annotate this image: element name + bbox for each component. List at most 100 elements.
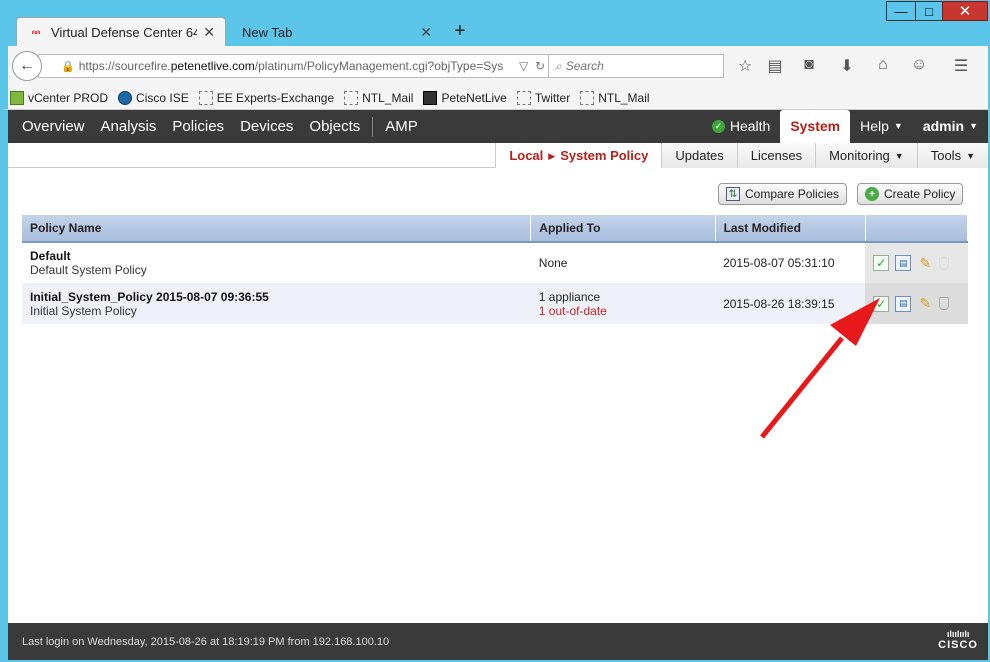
column-header-actions	[865, 215, 969, 243]
page-icon	[516, 90, 531, 105]
health-check-icon: ✓	[711, 120, 725, 133]
applied-to: 1 appliance	[538, 289, 601, 304]
url-bar[interactable]: 🔒 https://sourcefire. petenetlive.com/pla…	[38, 54, 550, 78]
page-icon	[198, 90, 213, 105]
subnav-local-system-policy[interactable]: Local ▶ System Policy	[495, 143, 662, 168]
cisco-ise-icon	[118, 90, 133, 105]
url-prefix: https://sourcefire.	[78, 59, 171, 73]
nav-policies[interactable]: Policies	[164, 110, 232, 143]
search-input[interactable]	[565, 59, 706, 73]
url-path: /platinum/PolicyManagement.cgi?objType=S…	[254, 59, 504, 73]
bookmark-item[interactable]: NTL_Mail	[344, 90, 413, 105]
caret-right-icon: ▶	[548, 150, 556, 161]
bookmark-item[interactable]: Twitter	[516, 90, 570, 105]
back-button[interactable]: ←	[12, 51, 42, 81]
compare-icon: ⇅	[726, 187, 740, 201]
url-host: petenetlive.com	[170, 59, 255, 73]
window-titlebar: ılıılı Virtual Defense Center 64b... ✕ N…	[0, 0, 990, 47]
edit-pencil-icon[interactable]: ✎	[917, 295, 933, 312]
tab-title: Virtual Defense Center 64b...	[51, 25, 198, 40]
search-box[interactable]: ⌕	[548, 54, 724, 78]
last-modified: 2015-08-07 05:31:10	[723, 256, 835, 270]
bookmark-item[interactable]: vCenter PROD	[10, 90, 108, 105]
menu-hamburger-icon[interactable]: ☰	[950, 56, 972, 76]
search-icon: ⌕	[555, 58, 562, 73]
edit-pencil-icon[interactable]: ✎	[917, 255, 933, 271]
page-icon	[344, 90, 359, 105]
nav-analysis[interactable]: Analysis	[93, 110, 165, 143]
download-icon[interactable]: ⬇	[836, 56, 858, 76]
tab-title: New Tab	[242, 24, 293, 40]
bookmark-item[interactable]: PeteNetLive	[423, 90, 507, 105]
delete-trash-icon[interactable]	[939, 297, 950, 310]
bookmarks-bar: vCenter PROD Cisco ISE EE Experts-Exchan…	[0, 86, 990, 110]
nav-user-admin[interactable]: admin ▼	[913, 110, 988, 143]
tab-close-icon[interactable]: ✕	[203, 24, 215, 41]
caret-down-icon: ▼	[894, 150, 904, 161]
subnav-updates[interactable]: Updates	[661, 143, 737, 168]
window-maximize-button[interactable]: □	[915, 1, 943, 21]
bookmark-item[interactable]: NTL_Mail	[580, 90, 650, 105]
nav-divider	[372, 116, 374, 137]
last-modified: 2015-08-26 18:39:15	[723, 296, 835, 311]
petenetlive-icon	[423, 90, 438, 105]
pocket-icon[interactable]: ◙	[798, 56, 820, 74]
table-row: Initial_System_Policy 2015-08-07 09:36:5…	[22, 283, 968, 324]
sub-nav: Local ▶ System Policy Updates Licenses Mon…	[8, 143, 988, 168]
create-policy-button[interactable]: + Create Policy	[857, 183, 964, 205]
nav-devices[interactable]: Devices	[232, 110, 301, 143]
home-icon[interactable]: ⌂	[872, 56, 894, 74]
browser-tab-active[interactable]: ılıılı Virtual Defense Center 64b... ✕	[16, 17, 226, 47]
table-row: Default Default System Policy None 2015-…	[22, 242, 968, 283]
column-header-applied-to[interactable]: Applied To	[530, 215, 716, 243]
policy-name: Default	[30, 249, 71, 263]
nav-system[interactable]: System	[780, 110, 851, 143]
policy-description: Initial System Policy	[30, 303, 137, 318]
bookmark-item[interactable]: EE Experts-Exchange	[198, 90, 334, 105]
applied-to: None	[538, 256, 568, 270]
report-icon[interactable]: ▤	[895, 295, 912, 312]
new-tab-plus-icon[interactable]: +	[450, 20, 470, 43]
nav-help[interactable]: Help ▼	[850, 110, 913, 143]
subnav-licenses[interactable]: Licenses	[736, 143, 816, 168]
apply-check-icon[interactable]: ✓	[873, 295, 890, 312]
row-actions: ✓ ▤ ✎	[865, 283, 968, 324]
page-icon	[580, 90, 595, 105]
bookmark-star-icon[interactable]: ☆	[734, 56, 756, 76]
row-actions: ✓ ▤ ✎	[865, 242, 968, 283]
subnav-tools[interactable]: Tools ▼	[916, 143, 988, 168]
bookmark-item[interactable]: Cisco ISE	[118, 90, 189, 105]
status-footer: Last login on Wednesday, 2015-08-26 at 1…	[8, 623, 988, 660]
cisco-logo-icon: ılıılıılı CISCO	[938, 629, 978, 651]
apply-check-icon[interactable]: ✓	[873, 255, 890, 271]
reading-list-icon[interactable]: ▤	[764, 56, 786, 76]
nav-objects[interactable]: Objects	[301, 110, 368, 143]
applied-warning[interactable]: 1 out-of-date	[539, 304, 715, 318]
main-nav: Overview Analysis Policies Devices Objec…	[8, 110, 988, 143]
delete-trash-icon	[939, 256, 950, 270]
nav-amp[interactable]: AMP	[377, 110, 426, 143]
subnav-monitoring[interactable]: Monitoring ▼	[815, 143, 917, 168]
cisco-favicon-icon: ılıılı	[31, 29, 41, 36]
caret-down-icon: ▼	[969, 121, 978, 131]
lock-icon: 🔒	[61, 60, 75, 73]
add-circle-icon: +	[865, 187, 879, 201]
report-icon[interactable]: ▤	[895, 255, 912, 271]
browser-tab-new[interactable]: New Tab ✕	[232, 17, 442, 47]
compare-policies-button[interactable]: ⇅ Compare Policies	[718, 183, 848, 205]
app-viewport: Overview Analysis Policies Devices Objec…	[8, 110, 988, 660]
tab-close-icon[interactable]: ✕	[420, 24, 432, 41]
last-login-text: Last login on Wednesday, 2015-08-26 at 1…	[22, 635, 390, 648]
nav-health[interactable]: ✓ Health	[702, 110, 780, 143]
caret-down-icon: ▼	[966, 150, 975, 161]
reload-icon[interactable]: ▽ ↻	[519, 59, 545, 73]
caret-down-icon: ▼	[893, 121, 903, 131]
hello-icon[interactable]: ☺	[908, 56, 930, 74]
column-header-policy-name[interactable]: Policy Name	[22, 215, 532, 243]
nav-overview[interactable]: Overview	[14, 110, 93, 143]
back-arrow-icon: ←	[19, 57, 35, 74]
browser-navbar: 🔒 https://sourcefire. petenetlive.com/pla…	[0, 46, 990, 86]
window-close-button[interactable]: ✕	[942, 1, 988, 21]
column-header-last-modified[interactable]: Last Modified	[715, 215, 866, 243]
window-minimize-button[interactable]: —	[886, 1, 916, 21]
